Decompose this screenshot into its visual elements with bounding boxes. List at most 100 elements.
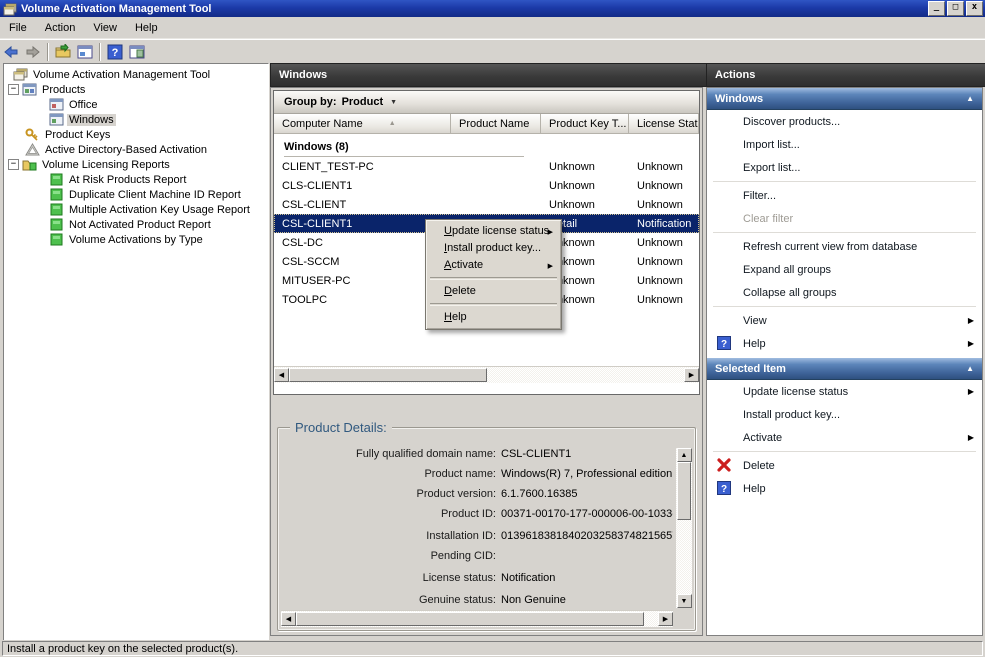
context-menu-delete[interactable]: Delete xyxy=(428,283,559,300)
svg-text:?: ? xyxy=(721,484,727,495)
action-discover-products[interactable]: Discover products... xyxy=(707,110,982,133)
actions-section-windows-header[interactable]: Windows ▲ xyxy=(707,88,982,110)
details-horizontal-scrollbar[interactable]: ◀ ▶ xyxy=(281,610,673,627)
forward-icon[interactable] xyxy=(22,42,44,62)
tree-item-office[interactable]: Office xyxy=(4,97,268,112)
status-bar: Install a product key on the selected pr… xyxy=(0,640,985,657)
context-menu-activate[interactable]: Activate ▶ xyxy=(428,257,559,274)
cell-license-status: Unknown xyxy=(629,161,699,173)
collapse-expander-icon[interactable]: − xyxy=(8,84,19,95)
column-header-product-key-type[interactable]: Product Key T... xyxy=(541,114,629,133)
back-icon[interactable] xyxy=(0,42,22,62)
detail-label: Product name: xyxy=(284,468,496,480)
cell-key-type: Unknown xyxy=(541,199,629,211)
action-help[interactable]: ? Help ▶ xyxy=(707,332,982,355)
action-import-list[interactable]: Import list... xyxy=(707,133,982,156)
export-list-icon[interactable] xyxy=(52,42,74,62)
context-menu-separator xyxy=(430,277,557,280)
scroll-down-icon[interactable]: ▼ xyxy=(677,594,692,608)
close-button[interactable]: x xyxy=(966,1,983,16)
detail-value: Notification xyxy=(496,572,555,584)
detail-value: Non Genuine xyxy=(496,594,566,606)
help-icon: ? xyxy=(717,481,731,495)
collapse-chevron-icon[interactable]: ▲ xyxy=(966,364,974,373)
report-icon xyxy=(49,218,64,231)
action-help-selected[interactable]: ? Help xyxy=(707,477,982,500)
toolbar-separator xyxy=(99,43,101,61)
status-text: Install a product key on the selected pr… xyxy=(7,643,238,655)
action-export-list[interactable]: Export list... xyxy=(707,156,982,179)
table-row[interactable]: CSL-CLIENT Unknown Unknown xyxy=(274,195,699,214)
menu-view[interactable]: View xyxy=(84,19,126,37)
tree-item-root[interactable]: Volume Activation Management Tool xyxy=(4,67,268,82)
section-title: Selected Item xyxy=(715,363,786,375)
tree-item-product-keys[interactable]: Product Keys xyxy=(4,127,268,142)
scroll-left-icon[interactable]: ◀ xyxy=(281,612,296,626)
cell-key-type: Unknown xyxy=(541,180,629,192)
group-by-dropdown-icon[interactable]: ▼ xyxy=(390,99,397,106)
menu-file[interactable]: File xyxy=(0,19,36,37)
action-expand-all-groups[interactable]: Expand all groups xyxy=(707,258,982,281)
detail-value: 6.1.7600.16385 xyxy=(496,488,577,500)
group-by-bar[interactable]: Group by: Product ▼ xyxy=(274,91,699,114)
column-header-product-name[interactable]: Product Name xyxy=(451,114,541,133)
delete-x-icon xyxy=(717,458,731,472)
action-update-license-status[interactable]: Update license status ▶ xyxy=(707,380,982,403)
tree-item-windows[interactable]: Windows xyxy=(4,112,268,127)
action-refresh-view[interactable]: Refresh current view from database xyxy=(707,235,982,258)
cell-license-status: Notification xyxy=(629,218,699,230)
cell-license-status: Unknown xyxy=(629,294,699,306)
action-activate[interactable]: Activate ▶ xyxy=(707,426,982,449)
action-view[interactable]: View ▶ xyxy=(707,309,982,332)
action-filter[interactable]: Filter... xyxy=(707,184,982,207)
column-header-row: Computer Name▲ Product Name Product Key … xyxy=(274,114,699,134)
action-delete[interactable]: Delete xyxy=(707,454,982,477)
table-row[interactable]: CLIENT_TEST-PC Unknown Unknown xyxy=(274,157,699,176)
product-details-title: Product Details: xyxy=(290,420,392,435)
menu-help[interactable]: Help xyxy=(126,19,167,37)
detail-label: Installation ID: xyxy=(284,530,496,542)
group-by-value[interactable]: Product xyxy=(342,96,384,108)
list-horizontal-scrollbar[interactable]: ◀ ▶ xyxy=(274,366,699,383)
actions-separator xyxy=(713,232,976,233)
scroll-up-icon[interactable]: ▲ xyxy=(677,448,692,462)
app-icon xyxy=(3,3,17,16)
table-row[interactable]: CLS-CLIENT1 Unknown Unknown xyxy=(274,176,699,195)
scrollbar-thumb[interactable] xyxy=(289,368,487,382)
column-header-computer-name[interactable]: Computer Name▲ xyxy=(274,114,451,133)
action-collapse-all-groups[interactable]: Collapse all groups xyxy=(707,281,982,304)
scroll-right-icon[interactable]: ▶ xyxy=(684,368,699,382)
toolbar-separator xyxy=(47,43,49,61)
context-menu-help[interactable]: Help xyxy=(428,309,559,326)
tree-item-mak-usage-report[interactable]: Multiple Activation Key Usage Report xyxy=(4,202,268,217)
tree-item-at-risk-report[interactable]: At Risk Products Report xyxy=(4,172,268,187)
help-icon[interactable]: ? xyxy=(104,42,126,62)
menu-action[interactable]: Action xyxy=(36,19,85,37)
scroll-left-icon[interactable]: ◀ xyxy=(274,368,289,382)
context-menu-update-license-status[interactable]: Update license status ▶ xyxy=(428,223,559,240)
scrollbar-thumb[interactable] xyxy=(296,612,644,626)
actions-section-selected-item-header[interactable]: Selected Item ▲ xyxy=(707,358,982,380)
maximize-button[interactable]: □ xyxy=(947,1,964,16)
context-menu-install-product-key[interactable]: Install product key... xyxy=(428,240,559,257)
tree-item-label: Not Activated Product Report xyxy=(67,219,213,231)
collapse-chevron-icon[interactable]: ▲ xyxy=(966,94,974,103)
show-hide-console-tree-icon[interactable] xyxy=(126,42,148,62)
scroll-right-icon[interactable]: ▶ xyxy=(658,612,673,626)
tree-item-activations-by-type-report[interactable]: Volume Activations by Type xyxy=(4,232,268,247)
group-row[interactable]: Windows (8) xyxy=(284,137,524,157)
collapse-expander-icon[interactable]: − xyxy=(8,159,19,170)
tree-item-products[interactable]: − Products xyxy=(4,82,268,97)
action-install-product-key[interactable]: Install product key... xyxy=(707,403,982,426)
column-header-license-status[interactable]: License Statu xyxy=(629,114,699,133)
tree-item-not-activated-report[interactable]: Not Activated Product Report xyxy=(4,217,268,232)
context-menu-separator xyxy=(430,303,557,306)
minimize-button[interactable]: _ xyxy=(928,1,945,16)
cell-license-status: Unknown xyxy=(629,275,699,287)
console-window-icon[interactable] xyxy=(74,42,96,62)
tree-item-volume-licensing-reports[interactable]: − Volume Licensing Reports xyxy=(4,157,268,172)
scrollbar-thumb[interactable] xyxy=(677,462,691,520)
tree-item-ad-activation[interactable]: Active Directory-Based Activation xyxy=(4,142,268,157)
tree-item-duplicate-id-report[interactable]: Duplicate Client Machine ID Report xyxy=(4,187,268,202)
details-vertical-scrollbar[interactable]: ▲ ▼ xyxy=(676,448,692,608)
